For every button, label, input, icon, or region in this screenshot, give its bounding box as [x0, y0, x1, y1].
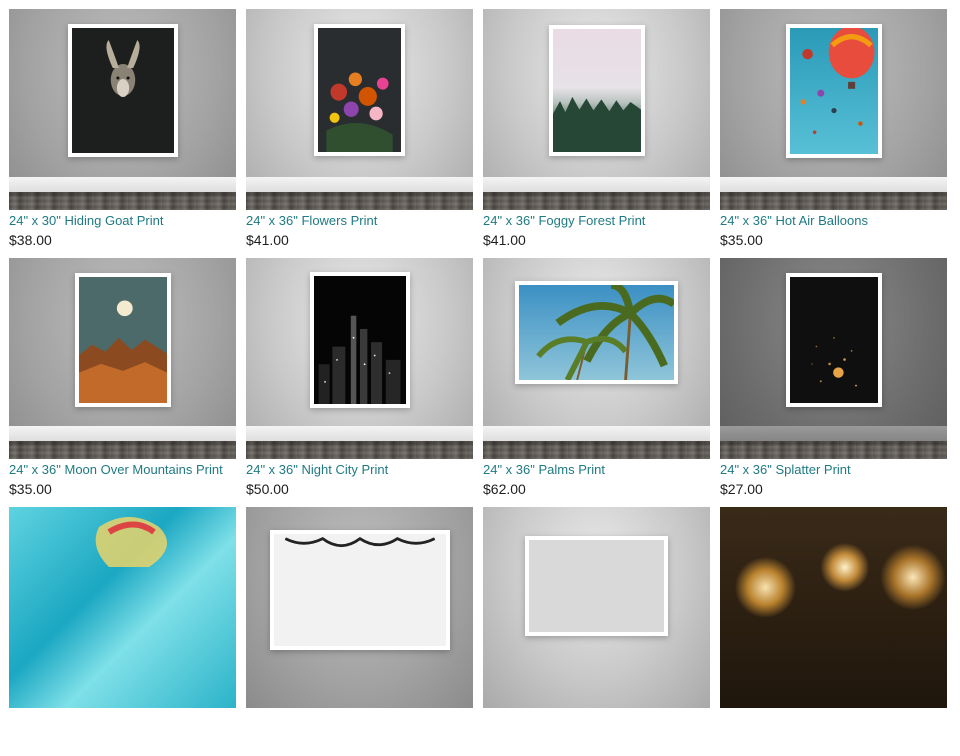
baseboard	[483, 426, 710, 441]
night-city-artwork	[314, 276, 406, 404]
product-card[interactable]	[720, 507, 947, 756]
poster-frame	[515, 281, 678, 384]
product-image[interactable]	[483, 9, 710, 210]
palms-artwork	[519, 285, 674, 380]
poster-frame	[75, 273, 171, 407]
baseboard	[720, 426, 947, 441]
product-card[interactable]: 24" x 36" Palms Print $62.00	[483, 258, 710, 507]
product-card[interactable]: 24" x 36" Flowers Print $41.00	[246, 9, 473, 258]
product-title-link[interactable]: 24" x 36" Night City Print	[246, 462, 473, 478]
product-card[interactable]: 24" x 36" Hot Air Balloons $35.00	[720, 9, 947, 258]
product-price: $38.00	[9, 232, 52, 248]
product-price: $41.00	[246, 232, 289, 248]
wood-floor	[9, 192, 236, 210]
poster-frame	[314, 24, 405, 156]
product-title-link[interactable]: 24" x 36" Foggy Forest Print	[483, 213, 710, 229]
poster-frame	[549, 25, 645, 156]
product-image[interactable]	[720, 9, 947, 210]
wood-floor	[246, 441, 473, 459]
poster-frame	[786, 273, 882, 407]
product-image[interactable]	[720, 258, 947, 459]
product-image[interactable]	[9, 258, 236, 459]
wood-floor	[483, 441, 710, 459]
flowers-artwork	[318, 28, 401, 152]
poster-frame	[786, 24, 882, 158]
baseboard	[720, 177, 947, 192]
product-card[interactable]	[483, 507, 710, 756]
product-card[interactable]	[246, 507, 473, 756]
balloons-artwork	[790, 28, 878, 154]
bw-artwork	[274, 534, 446, 646]
product-price: $27.00	[720, 481, 763, 497]
poster-frame	[310, 272, 410, 408]
wood-floor	[720, 192, 947, 210]
product-image[interactable]	[246, 9, 473, 210]
product-card[interactable]: 24" x 36" Foggy Forest Print $41.00	[483, 9, 710, 258]
product-price: $35.00	[9, 481, 52, 497]
product-title-link[interactable]: 24" x 30" Hiding Goat Print	[9, 213, 236, 229]
product-price: $62.00	[483, 481, 526, 497]
baseboard	[246, 177, 473, 192]
wood-floor	[720, 441, 947, 459]
product-price: $35.00	[720, 232, 763, 248]
product-grid: 24" x 30" Hiding Goat Print $38.00 24" x…	[0, 0, 960, 708]
product-price: $50.00	[246, 481, 289, 497]
moon-artwork	[79, 277, 167, 403]
product-image[interactable]	[246, 507, 473, 708]
product-image[interactable]	[483, 258, 710, 459]
baseboard	[9, 177, 236, 192]
product-title-link[interactable]: 24" x 36" Splatter Print	[720, 462, 947, 478]
product-image[interactable]	[9, 9, 236, 210]
product-card[interactable]: 24" x 36" Moon Over Mountains Print $35.…	[9, 258, 236, 507]
product-card[interactable]: 24" x 30" Hiding Goat Print $38.00	[9, 9, 236, 258]
product-card[interactable]: 24" x 36" Night City Print $50.00	[246, 258, 473, 507]
product-title-link[interactable]: 24" x 36" Hot Air Balloons	[720, 213, 947, 229]
product-title-link[interactable]: 24" x 36" Flowers Print	[246, 213, 473, 229]
wood-floor	[483, 192, 710, 210]
product-price: $41.00	[483, 232, 526, 248]
poster-frame	[525, 536, 668, 636]
product-image[interactable]	[9, 507, 236, 708]
goat-artwork	[72, 28, 174, 153]
product-title-link[interactable]: 24" x 36" Moon Over Mountains Print	[9, 462, 236, 478]
product-card[interactable]: 24" x 36" Splatter Print $27.00	[720, 258, 947, 507]
poster-frame	[68, 24, 178, 157]
product-card[interactable]	[9, 507, 236, 756]
baseboard	[9, 426, 236, 441]
poster-frame	[270, 530, 450, 650]
product-image[interactable]	[720, 507, 947, 708]
wood-floor	[246, 192, 473, 210]
artwork	[529, 540, 664, 632]
wood-floor	[9, 441, 236, 459]
splatter-artwork	[790, 277, 878, 403]
baseboard	[483, 177, 710, 192]
product-title-link[interactable]: 24" x 36" Palms Print	[483, 462, 710, 478]
baseboard	[246, 426, 473, 441]
forest-artwork	[553, 29, 641, 152]
product-image[interactable]	[246, 258, 473, 459]
product-image[interactable]	[483, 507, 710, 708]
